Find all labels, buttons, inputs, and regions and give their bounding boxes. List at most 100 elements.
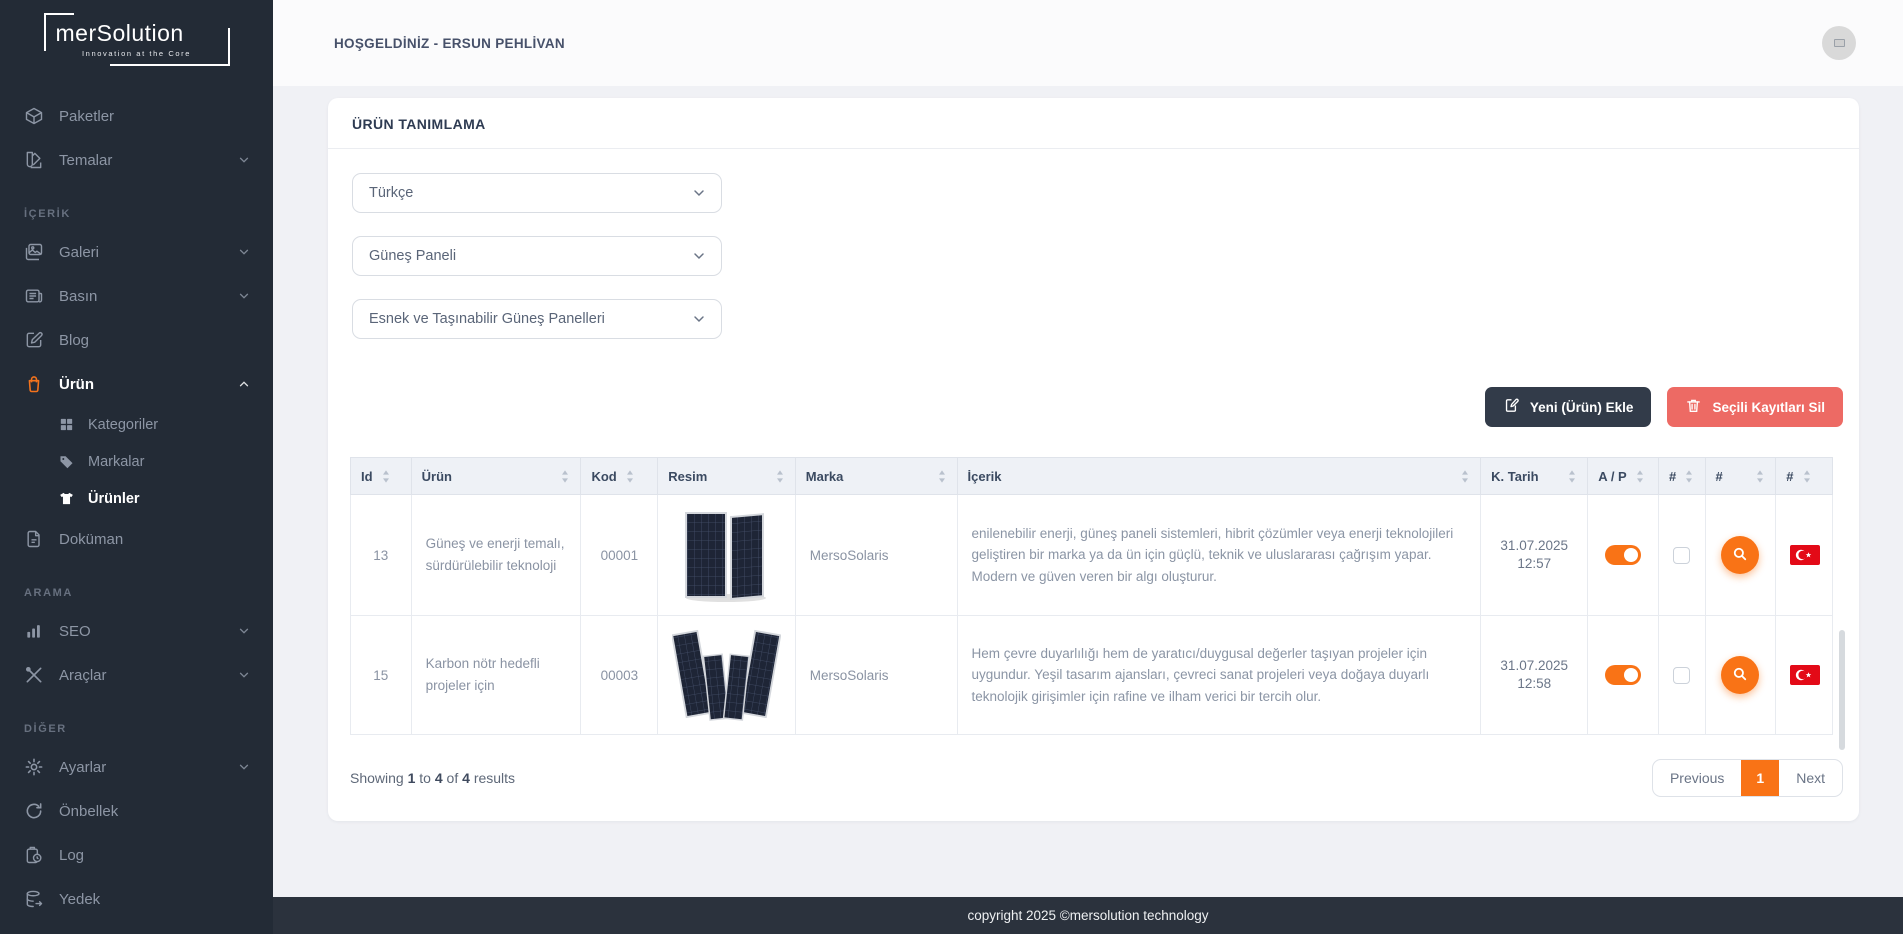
sort-icon bbox=[560, 469, 570, 484]
cell-code: 00003 bbox=[581, 616, 658, 735]
product-image-two-panels bbox=[672, 505, 780, 605]
add-product-button[interactable]: Yeni (Ürün) Ekle bbox=[1485, 387, 1652, 427]
sidebar-section-diger: DİĞER bbox=[0, 697, 273, 745]
sidebar-item-yedek[interactable]: Yedek bbox=[0, 877, 273, 921]
sort-icon bbox=[381, 469, 391, 484]
row-select-checkbox[interactable] bbox=[1673, 667, 1690, 684]
col-header-marka[interactable]: Marka bbox=[795, 458, 957, 495]
col-header-ap[interactable]: A / P bbox=[1588, 458, 1659, 495]
sidebar-item-temalar[interactable]: Temalar bbox=[0, 138, 273, 182]
sort-icon bbox=[775, 469, 785, 484]
results-summary: Showing 1 to 4 of 4 results bbox=[350, 770, 515, 786]
col-header-urun[interactable]: Ürün bbox=[411, 458, 581, 495]
sidebar-item-kategoriler[interactable]: Kategoriler bbox=[0, 406, 273, 443]
language-select[interactable]: Türkçe bbox=[352, 173, 722, 213]
sidebar-item-label: Ayarlar bbox=[59, 759, 106, 776]
chevron-down-icon bbox=[237, 760, 251, 774]
col-label: # bbox=[1669, 469, 1676, 484]
sidebar-item-urun[interactable]: Ürün bbox=[0, 362, 273, 406]
category-select-value: Güneş Paneli bbox=[369, 248, 456, 264]
logo-bracket-left bbox=[44, 13, 74, 51]
sidebar-item-dokuman[interactable]: Doküman bbox=[0, 517, 273, 561]
sidebar-item-label: Blog bbox=[59, 332, 89, 349]
active-toggle[interactable] bbox=[1605, 665, 1641, 685]
col-header-id[interactable]: Id bbox=[351, 458, 412, 495]
sidebar-item-label: Araçlar bbox=[59, 667, 107, 684]
chevron-down-icon bbox=[691, 311, 707, 327]
col-header-hash-2[interactable]: # bbox=[1705, 458, 1776, 495]
sidebar-item-label: Basın bbox=[59, 288, 97, 305]
active-toggle[interactable] bbox=[1605, 545, 1641, 565]
row-select-checkbox[interactable] bbox=[1673, 547, 1690, 564]
summary-text: of bbox=[447, 770, 459, 786]
sidebar: merSolution Innovation at the Core Paket… bbox=[0, 0, 273, 934]
sort-icon bbox=[1460, 469, 1470, 484]
sidebar-item-ayarlar[interactable]: Ayarlar bbox=[0, 745, 273, 789]
sort-icon bbox=[1635, 469, 1645, 484]
product-image-four-panels bbox=[672, 626, 780, 724]
cell-active-toggle bbox=[1588, 616, 1659, 735]
sidebar-item-markalar[interactable]: Markalar bbox=[0, 443, 273, 480]
table-scrollbar[interactable] bbox=[1839, 630, 1845, 750]
sidebar-item-blog[interactable]: Blog bbox=[0, 318, 273, 362]
sidebar-item-urunler[interactable]: Ürünler bbox=[0, 480, 273, 517]
pagination-page-1[interactable]: 1 bbox=[1741, 760, 1779, 796]
clipboard-clock-icon bbox=[24, 845, 44, 865]
sidebar-item-label: Log bbox=[59, 847, 84, 864]
category-select[interactable]: Güneş Paneli bbox=[352, 236, 722, 276]
sidebar-item-galeri[interactable]: Galeri bbox=[0, 230, 273, 274]
cell-date: 31.07.2025 12:57 bbox=[1481, 495, 1588, 616]
sidebar-section-icerik: İÇERİK bbox=[0, 182, 273, 230]
table-header-row: Id Ürün Kod Resim Marka İçerik K. Tarih … bbox=[351, 458, 1833, 495]
sidebar-item-araclar[interactable]: Araçlar bbox=[0, 653, 273, 697]
sidebar-item-log[interactable]: Log bbox=[0, 833, 273, 877]
chevron-down-icon bbox=[237, 289, 251, 303]
main-area: HOŞGELDİNİZ - ERSUN PEHLİVAN ÜRÜN TANIML… bbox=[273, 0, 1903, 934]
turkish-flag-icon[interactable] bbox=[1790, 665, 1820, 685]
sidebar-item-onbellek[interactable]: Önbellek bbox=[0, 789, 273, 833]
row-search-button[interactable] bbox=[1721, 536, 1759, 574]
grid-icon bbox=[58, 415, 75, 435]
chevron-down-icon bbox=[237, 668, 251, 682]
col-header-resim[interactable]: Resim bbox=[658, 458, 795, 495]
trash-icon bbox=[1685, 397, 1702, 417]
col-label: Resim bbox=[668, 469, 707, 484]
sidebar-item-basin[interactable]: Basın bbox=[0, 274, 273, 318]
table-row: 15 Karbon nötr hedefli projeler için 000… bbox=[351, 616, 1833, 735]
pagination-previous[interactable]: Previous bbox=[1653, 760, 1741, 796]
user-avatar-button[interactable] bbox=[1822, 26, 1856, 60]
copyright-text: copyright 2025 ©mersolution technology bbox=[967, 908, 1208, 923]
sidebar-item-paketler[interactable]: Paketler bbox=[0, 94, 273, 138]
search-icon bbox=[1731, 665, 1749, 686]
summary-text: to bbox=[419, 770, 431, 786]
col-label: İçerik bbox=[968, 469, 1002, 484]
pencil-square-icon bbox=[24, 330, 44, 350]
col-header-icerik[interactable]: İçerik bbox=[957, 458, 1481, 495]
chevron-down-icon bbox=[691, 248, 707, 264]
delete-selected-button[interactable]: Seçili Kayıtları Sil bbox=[1667, 387, 1843, 427]
sidebar-item-label: Markalar bbox=[88, 454, 144, 470]
turkish-flag-icon[interactable] bbox=[1790, 545, 1820, 565]
brand-logo: merSolution Innovation at the Core bbox=[46, 16, 228, 64]
sidebar-item-label: Temalar bbox=[59, 152, 112, 169]
pagination: Previous 1 Next bbox=[1652, 759, 1843, 797]
sidebar-item-label: Kategoriler bbox=[88, 417, 158, 433]
cell-active-toggle bbox=[1588, 495, 1659, 616]
sort-icon bbox=[1755, 469, 1765, 484]
cell-image bbox=[658, 495, 795, 616]
gear-icon bbox=[24, 757, 44, 777]
col-header-hash-1[interactable]: # bbox=[1659, 458, 1706, 495]
cell-checkbox bbox=[1659, 495, 1706, 616]
subcategory-select[interactable]: Esnek ve Taşınabilir Güneş Panelleri bbox=[352, 299, 722, 339]
col-header-kod[interactable]: Kod bbox=[581, 458, 658, 495]
date-value: 31.07.2025 bbox=[1495, 537, 1573, 555]
col-label: Ürün bbox=[422, 469, 452, 484]
col-label: A / P bbox=[1598, 469, 1626, 484]
page-content: ÜRÜN TANIMLAMA Türkçe Güneş Paneli Esnek… bbox=[273, 86, 1903, 897]
pagination-next[interactable]: Next bbox=[1779, 760, 1842, 796]
col-header-tarih[interactable]: K. Tarih bbox=[1481, 458, 1588, 495]
sidebar-item-seo[interactable]: SEO bbox=[0, 609, 273, 653]
search-icon bbox=[1731, 545, 1749, 566]
row-search-button[interactable] bbox=[1721, 656, 1759, 694]
col-header-hash-3[interactable]: # bbox=[1776, 458, 1833, 495]
